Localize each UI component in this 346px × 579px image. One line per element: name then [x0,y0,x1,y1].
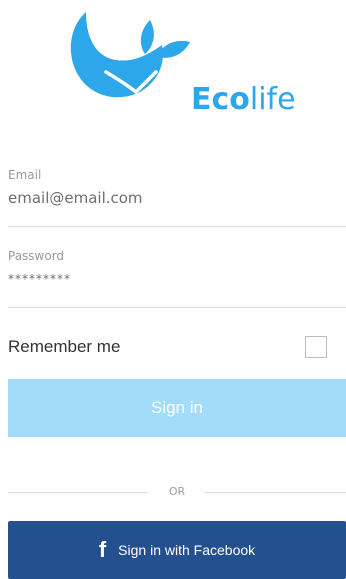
remember-me-label: Remember me [8,337,121,356]
email-underline [8,226,346,227]
facebook-sign-in-label: Sign in with Facebook [118,542,256,558]
brand-name-bold: Eco [191,82,250,117]
email-input[interactable]: email@email.com [8,188,346,208]
password-label: Password [8,249,65,263]
password-input[interactable]: ********* [8,269,346,289]
remember-me-row[interactable]: Remember me [8,333,338,363]
separator-line-left [8,492,148,493]
facebook-sign-in-button[interactable]: f Sign in with Facebook [8,521,346,579]
brand-name-regular: life [249,82,296,117]
remember-me-checkbox[interactable] [305,336,327,358]
sign-in-button-label: Sign in [151,398,203,417]
brand-name: Ecolife [191,82,296,118]
or-separator: OR [8,484,346,500]
separator-line-right [205,492,346,493]
facebook-icon: f [98,537,107,562]
sign-in-button[interactable]: Sign in [8,379,346,437]
leaf-logo-icon [70,12,190,98]
separator-text: OR [168,485,186,498]
password-underline [8,307,346,308]
email-field[interactable]: Email email@email.com [8,168,346,230]
app-logo: Ecolife [62,10,302,120]
password-field[interactable]: Password ********* [8,249,346,311]
email-label: Email [8,168,42,182]
